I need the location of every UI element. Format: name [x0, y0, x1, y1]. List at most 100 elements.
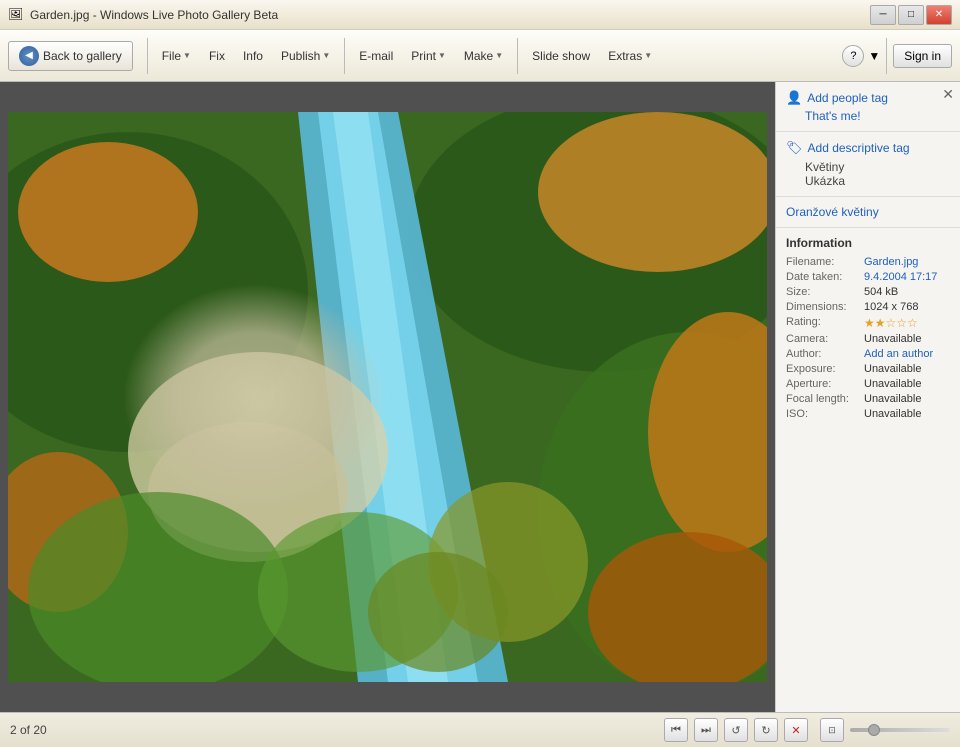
fix-label: Fix	[209, 49, 225, 63]
next-photo-button[interactable]: ⏭	[694, 718, 718, 742]
separator-4	[886, 38, 887, 74]
slideshow-label: Slide show	[532, 49, 590, 63]
tag-icon: 🏷	[786, 140, 803, 156]
separator-2	[344, 38, 345, 74]
navigation-controls: ⏮ ⏭ ↺ ↻ ✕ ⊡	[664, 718, 950, 742]
make-menu[interactable]: Make ▼	[456, 45, 511, 67]
fit-window-button[interactable]: ⊡	[820, 718, 844, 742]
photo-container	[8, 112, 767, 682]
size-label: Size:	[786, 286, 864, 298]
dimensions-value: 1024 x 768	[864, 301, 918, 313]
window-title: Garden.jpg - Windows Live Photo Gallery …	[30, 8, 278, 22]
separator-1	[147, 38, 148, 74]
first-photo-button[interactable]: ⏮	[664, 718, 688, 742]
exposure-value: Unavailable	[864, 363, 921, 375]
filename-value[interactable]: Garden.jpg	[864, 256, 918, 268]
info-row-exposure: Exposure: Unavailable	[786, 363, 950, 375]
info-row-camera: Camera: Unavailable	[786, 333, 950, 345]
rotate-left-button[interactable]: ↺	[724, 718, 748, 742]
title-bar: 🖼 Garden.jpg - Windows Live Photo Galler…	[0, 0, 960, 30]
info-title: Information	[786, 236, 950, 250]
help-dropdown-arrow: ▼	[868, 49, 880, 63]
info-button[interactable]: Info	[235, 45, 271, 67]
filename-label: Filename:	[786, 256, 864, 268]
focal-label: Focal length:	[786, 393, 864, 405]
close-button[interactable]: ✕	[926, 5, 952, 25]
author-value[interactable]: Add an author	[864, 348, 933, 360]
print-dropdown-arrow: ▼	[438, 51, 446, 60]
main-content: ✕ 👤 Add people tag That's me! 🏷 Add desc…	[0, 82, 960, 712]
focal-value: Unavailable	[864, 393, 921, 405]
email-label: E-mail	[359, 49, 393, 63]
rotate-right-button[interactable]: ↻	[754, 718, 778, 742]
right-panel: ✕ 👤 Add people tag That's me! 🏷 Add desc…	[775, 82, 960, 712]
minimize-button[interactable]: ─	[870, 5, 896, 25]
rating-label: Rating:	[786, 316, 864, 330]
photo-image	[8, 112, 767, 682]
info-label: Info	[243, 49, 263, 63]
back-arrow-icon: ◀	[19, 46, 39, 66]
album-name-link[interactable]: Oranžové květiny	[786, 205, 879, 219]
panel-close-button[interactable]: ✕	[942, 86, 954, 103]
tag-1: Květiny	[805, 160, 950, 174]
info-row-aperture: Aperture: Unavailable	[786, 378, 950, 390]
publish-label: Publish	[281, 49, 320, 63]
photo-counter: 2 of 20	[10, 723, 47, 737]
rating-stars[interactable]: ★★☆☆☆	[864, 316, 918, 330]
file-menu[interactable]: File ▼	[154, 45, 199, 67]
make-label: Make	[464, 49, 493, 63]
zoom-slider[interactable]	[850, 728, 950, 732]
people-tag-section: 👤 Add people tag That's me!	[776, 82, 960, 132]
descriptive-tags-list: Květiny Ukázka	[786, 160, 950, 188]
separator-3	[517, 38, 518, 74]
thats-me-link[interactable]: That's me!	[786, 109, 950, 123]
back-label: Back to gallery	[43, 49, 122, 63]
publish-menu[interactable]: Publish ▼	[273, 45, 338, 67]
file-dropdown-arrow: ▼	[183, 51, 191, 60]
dimensions-label: Dimensions:	[786, 301, 864, 313]
print-label: Print	[411, 49, 436, 63]
window-controls: ─ □ ✕	[870, 5, 952, 25]
info-section: Information Filename: Garden.jpg Date ta…	[776, 228, 960, 712]
info-row-author: Author: Add an author	[786, 348, 950, 360]
size-value: 504 kB	[864, 286, 898, 298]
status-bar: 2 of 20 ⏮ ⏭ ↺ ↻ ✕ ⊡	[0, 712, 960, 747]
info-row-filename: Filename: Garden.jpg	[786, 256, 950, 268]
exposure-label: Exposure:	[786, 363, 864, 375]
add-descriptive-tag-label: Add descriptive tag	[808, 141, 910, 155]
fix-button[interactable]: Fix	[201, 45, 233, 67]
iso-value: Unavailable	[864, 408, 921, 420]
person-icon: 👤	[786, 90, 802, 106]
extras-menu[interactable]: Extras ▼	[600, 45, 660, 67]
add-people-tag-link[interactable]: 👤 Add people tag	[786, 90, 950, 106]
back-to-gallery-button[interactable]: ◀ Back to gallery	[8, 41, 133, 71]
info-row-size: Size: 504 kB	[786, 286, 950, 298]
email-button[interactable]: E-mail	[351, 45, 401, 67]
sign-in-button[interactable]: Sign in	[893, 44, 952, 68]
tag-2: Ukázka	[805, 174, 950, 188]
album-section: Oranžové květiny	[776, 197, 960, 228]
maximize-button[interactable]: □	[898, 5, 924, 25]
publish-dropdown-arrow: ▼	[322, 51, 330, 60]
info-row-date: Date taken: 9.4.2004 17:17	[786, 271, 950, 283]
add-descriptive-tag-link[interactable]: 🏷 Add descriptive tag	[786, 140, 950, 156]
add-people-tag-label: Add people tag	[807, 91, 888, 105]
camera-value: Unavailable	[864, 333, 921, 345]
extras-label: Extras	[608, 49, 642, 63]
slideshow-button[interactable]: Slide show	[524, 45, 598, 67]
descriptive-tag-section: 🏷 Add descriptive tag Květiny Ukázka	[776, 132, 960, 197]
help-area: ? ▼	[842, 45, 880, 67]
camera-label: Camera:	[786, 333, 864, 345]
info-row-iso: ISO: Unavailable	[786, 408, 950, 420]
aperture-value: Unavailable	[864, 378, 921, 390]
info-row-focal: Focal length: Unavailable	[786, 393, 950, 405]
delete-button[interactable]: ✕	[784, 718, 808, 742]
print-menu[interactable]: Print ▼	[403, 45, 454, 67]
make-dropdown-arrow: ▼	[495, 51, 503, 60]
app-icon: 🖼	[8, 7, 24, 23]
info-row-dimensions: Dimensions: 1024 x 768	[786, 301, 950, 313]
aperture-label: Aperture:	[786, 378, 864, 390]
extras-dropdown-arrow: ▼	[644, 51, 652, 60]
help-button[interactable]: ?	[842, 45, 864, 67]
date-value: 9.4.2004 17:17	[864, 271, 937, 283]
